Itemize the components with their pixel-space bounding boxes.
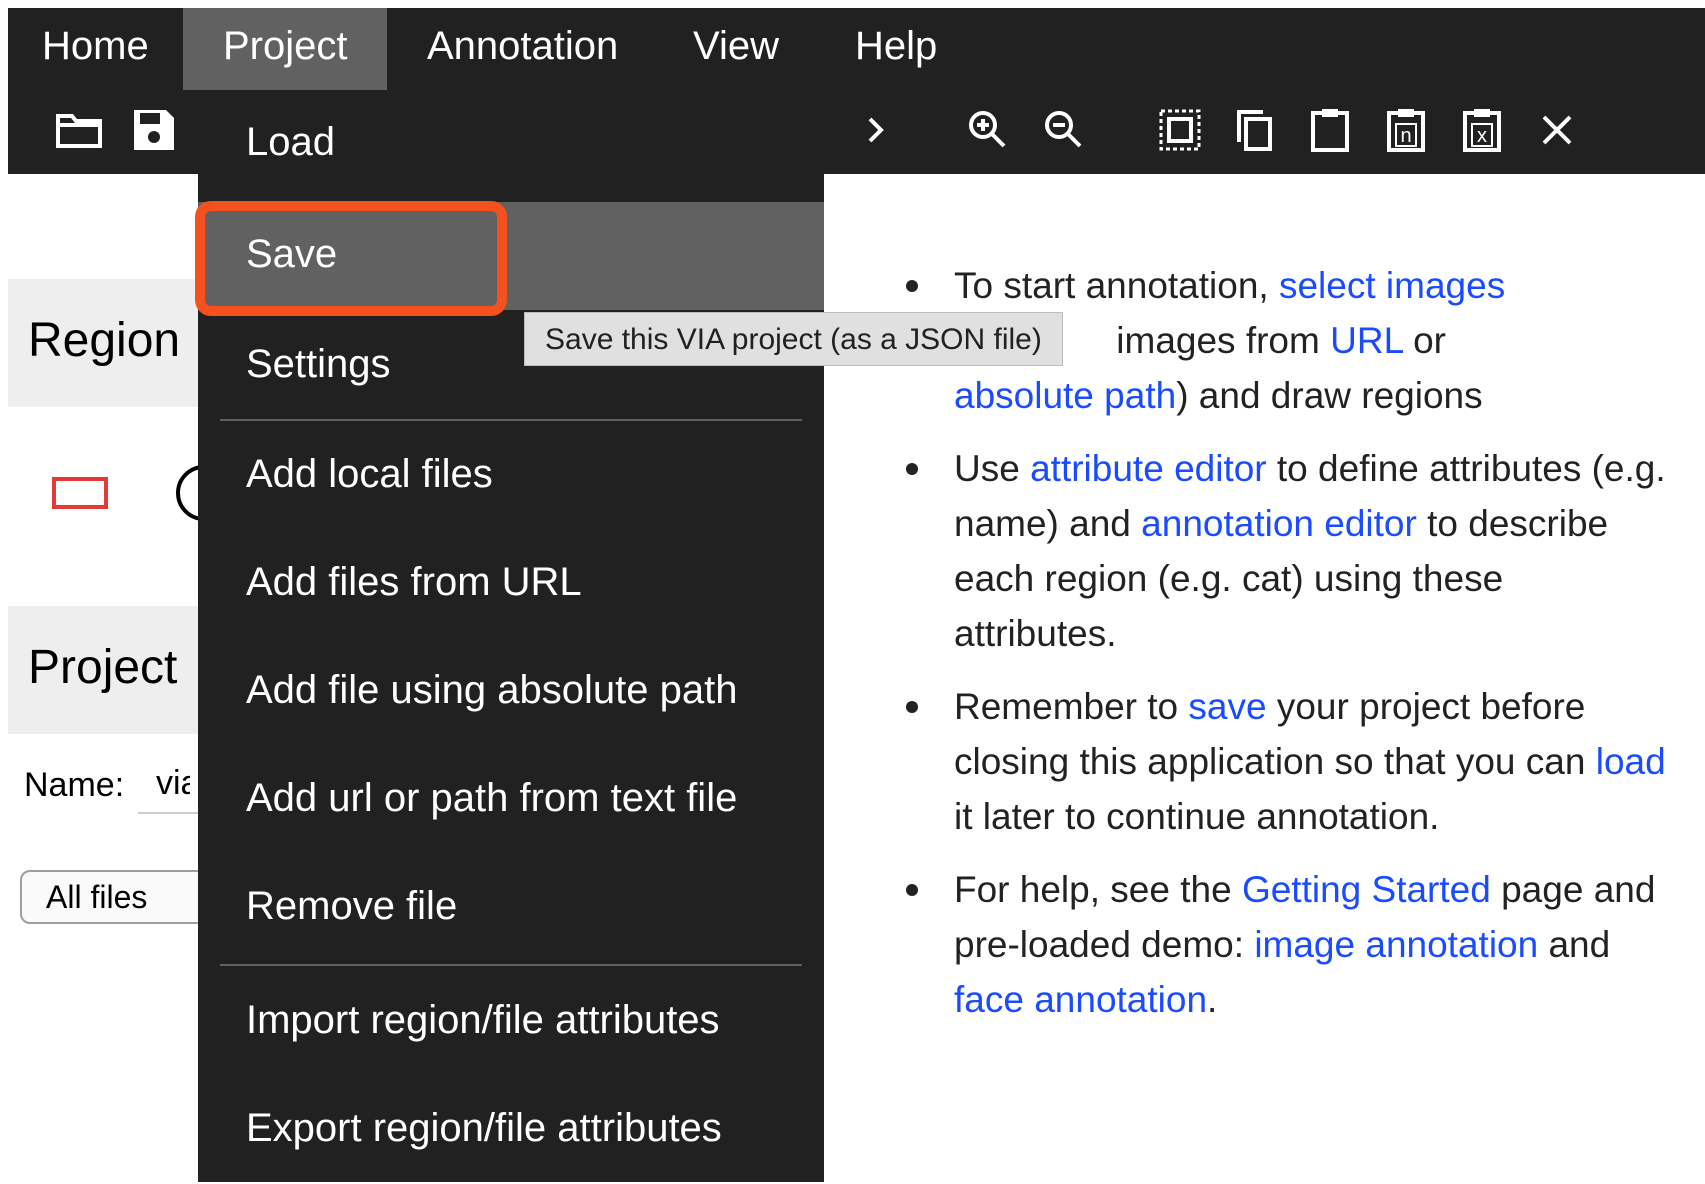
project-name-label: Name: bbox=[24, 766, 125, 804]
paste-n-icon[interactable]: n bbox=[1380, 104, 1432, 156]
chevron-right-icon[interactable] bbox=[850, 104, 902, 156]
info-text: . bbox=[1207, 979, 1218, 1020]
rectangle-shape-icon[interactable] bbox=[52, 477, 108, 509]
project-heading: Project bbox=[28, 641, 178, 694]
list-item: For help, see the Getting Started page a… bbox=[906, 862, 1668, 1027]
absolute-path-link[interactable]: absolute path bbox=[954, 375, 1176, 416]
menu-item-add-local-files[interactable]: Add local files bbox=[198, 422, 824, 530]
menu-item-load[interactable]: Load bbox=[198, 90, 824, 198]
menu-divider bbox=[220, 964, 802, 966]
save-highlight-box bbox=[195, 201, 507, 316]
menu-item-export-attributes[interactable]: Export region/file attributes bbox=[198, 1076, 824, 1184]
select-all-icon[interactable] bbox=[1154, 104, 1206, 156]
menu-item-remove-file[interactable]: Remove file bbox=[198, 854, 824, 962]
list-item: Use attribute editor to define attribute… bbox=[906, 441, 1668, 661]
menu-item-add-files-from-url[interactable]: Add files from URL bbox=[198, 530, 824, 638]
load-link[interactable]: load bbox=[1596, 741, 1666, 782]
menu-item-label: Import region/file attributes bbox=[246, 998, 720, 1042]
paste-delete-icon[interactable]: x bbox=[1456, 104, 1508, 156]
info-text: Remember to bbox=[954, 686, 1179, 727]
menu-item-label: Add local files bbox=[246, 452, 493, 496]
list-item: Remember to save your project before clo… bbox=[906, 679, 1668, 844]
region-shape-panel-header[interactable]: Region bbox=[8, 279, 203, 407]
project-panel-header[interactable]: Project bbox=[8, 606, 203, 734]
menu-project[interactable]: Project bbox=[183, 8, 387, 90]
select-images-link[interactable]: select images bbox=[1279, 265, 1505, 306]
info-text: For help, see the bbox=[954, 869, 1232, 910]
menu-item-add-file-absolute-path[interactable]: Add file using absolute path bbox=[198, 638, 824, 746]
menu-item-label: Export region/file attributes bbox=[246, 1106, 722, 1150]
close-icon[interactable] bbox=[1531, 104, 1583, 156]
region-heading: Region bbox=[28, 314, 181, 367]
info-text: images from bbox=[1116, 320, 1320, 361]
menu-annotation[interactable]: Annotation bbox=[427, 8, 618, 90]
attribute-editor-link[interactable]: attribute editor bbox=[1030, 448, 1267, 489]
zoom-in-icon[interactable] bbox=[962, 104, 1014, 156]
save-tooltip: Save this VIA project (as a JSON file) bbox=[524, 312, 1063, 366]
image-annotation-link[interactable]: image annotation bbox=[1254, 924, 1538, 965]
annotation-editor-link[interactable]: annotation editor bbox=[1141, 503, 1417, 544]
zoom-out-icon[interactable] bbox=[1038, 104, 1090, 156]
url-link[interactable]: URL bbox=[1330, 320, 1403, 361]
menu-item-label: Load bbox=[246, 120, 335, 164]
info-text: or bbox=[1413, 320, 1446, 361]
file-filter-select[interactable]: All files bbox=[20, 870, 220, 924]
getting-started-link[interactable]: Getting Started bbox=[1242, 869, 1491, 910]
menu-item-label: Add files from URL bbox=[246, 560, 582, 604]
getting-started-info-list: To start annotation, select images image… bbox=[906, 258, 1668, 1045]
save-disk-icon[interactable] bbox=[128, 104, 180, 156]
info-text: it later to continue annotation. bbox=[954, 796, 1440, 837]
paste-n-glyph: n bbox=[1400, 125, 1411, 147]
info-text: ) and draw regions bbox=[1176, 375, 1483, 416]
menu-item-label: Settings bbox=[246, 342, 391, 386]
menu-item-add-url-from-text-file[interactable]: Add url or path from text file bbox=[198, 746, 824, 854]
info-text: Use bbox=[954, 448, 1020, 489]
info-text: and bbox=[1548, 924, 1611, 965]
folder-open-icon[interactable] bbox=[53, 104, 105, 156]
menu-view[interactable]: View bbox=[693, 8, 779, 90]
menu-item-label: Add file using absolute path bbox=[246, 668, 738, 712]
menu-divider bbox=[220, 419, 802, 421]
save-link[interactable]: save bbox=[1188, 686, 1266, 727]
top-menu-bar: Home Project Annotation View Help bbox=[8, 8, 1705, 90]
info-text: To start annotation, bbox=[954, 265, 1269, 306]
menu-home[interactable]: Home bbox=[42, 8, 149, 90]
paste-x-glyph: x bbox=[1477, 125, 1487, 147]
menu-help[interactable]: Help bbox=[855, 8, 937, 90]
menu-item-label: Add url or path from text file bbox=[246, 776, 738, 820]
face-annotation-link[interactable]: face annotation bbox=[954, 979, 1207, 1020]
paste-icon[interactable] bbox=[1304, 104, 1356, 156]
menu-item-label: Remove file bbox=[246, 884, 458, 928]
copy-icon[interactable] bbox=[1229, 104, 1281, 156]
menu-item-import-attributes[interactable]: Import region/file attributes bbox=[198, 968, 824, 1076]
